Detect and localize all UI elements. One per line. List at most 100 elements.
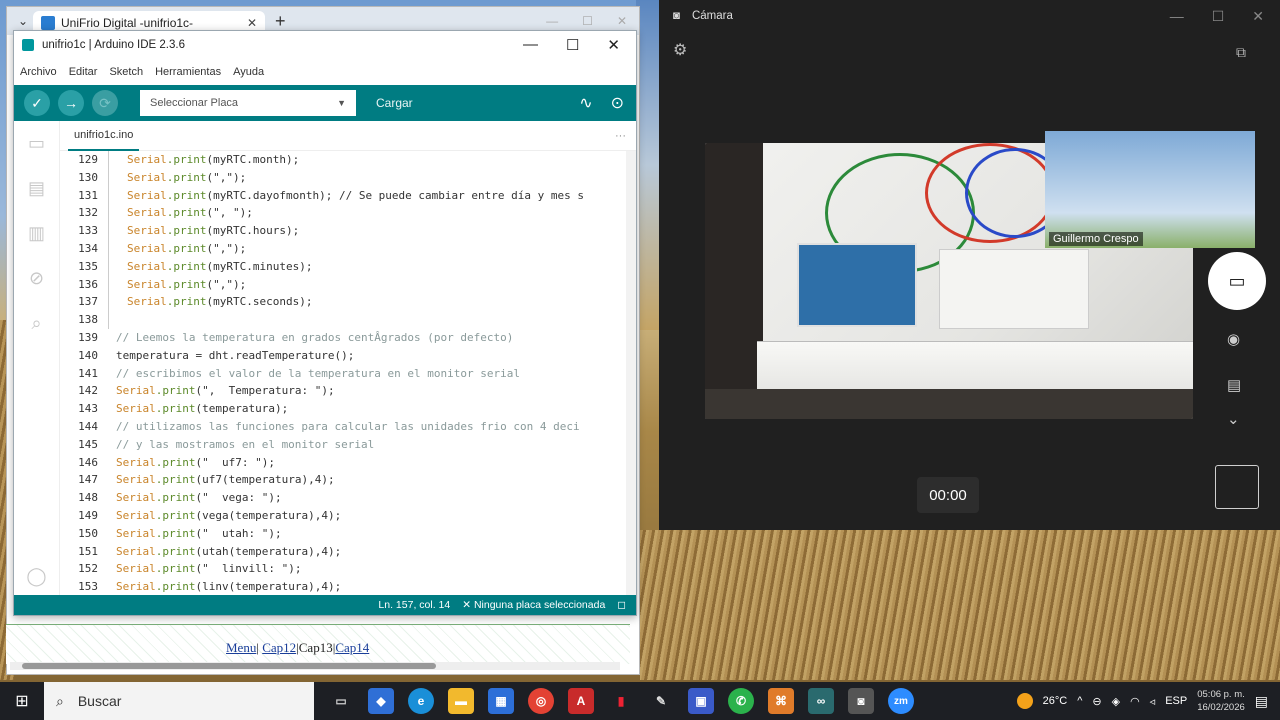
code-line[interactable]: 132 Serial.print(", "); <box>60 204 636 223</box>
more-modes-chevron-icon[interactable]: ⌄ <box>1227 410 1240 428</box>
menu-archivo[interactable]: Archivo <box>20 66 57 78</box>
code-line[interactable]: 150 Serial.print(" utah: "); <box>60 525 636 543</box>
record-video-button[interactable]: ▭ <box>1208 252 1266 310</box>
scrollbar-thumb[interactable] <box>22 663 436 669</box>
taskbar-search[interactable]: ⌕ Buscar <box>44 682 314 720</box>
volume-icon[interactable]: ◃ <box>1150 695 1156 708</box>
code-line[interactable]: 134 Serial.print(","); <box>60 239 636 258</box>
upload-button[interactable]: → <box>58 90 84 116</box>
code-line[interactable]: 135 Serial.print(myRTC.minutes); <box>60 257 636 276</box>
code-line[interactable]: 138 <box>60 311 636 329</box>
serial-monitor-icon[interactable]: ⊙ <box>611 93 624 113</box>
nav-link-cap14[interactable]: Cap14 <box>335 640 369 655</box>
pen-tool-icon[interactable]: ✎ <box>648 688 674 714</box>
code-line[interactable]: 151 Serial.print(utah(temperatura),4); <box>60 543 636 561</box>
camera-maximize-icon[interactable]: ☐ <box>1212 8 1225 25</box>
code-line[interactable]: 130 Serial.print(","); <box>60 168 636 187</box>
nav-link-menu[interactable]: Menu <box>226 640 256 655</box>
chrome-icon[interactable]: ◎ <box>528 688 554 714</box>
file-explorer-icon[interactable]: ▬ <box>448 688 474 714</box>
red-app-icon[interactable]: ▮ <box>608 688 634 714</box>
code-line[interactable]: 129 Serial.print(myRTC.month); <box>60 151 636 169</box>
code-line[interactable]: 137 Serial.print(myRTC.seconds); <box>60 293 636 312</box>
editor-scrollbar[interactable] <box>626 151 636 595</box>
camera-close-icon[interactable]: ✕ <box>1252 8 1264 25</box>
orange-app-icon[interactable]: ⌘ <box>768 688 794 714</box>
code-lines[interactable]: 129 Serial.print(myRTC.month); 130 Serial.p… <box>60 151 636 596</box>
minimize-icon[interactable]: — <box>546 14 558 28</box>
menu-ayuda[interactable]: Ayuda <box>233 66 264 78</box>
meet-now-icon[interactable]: ⊖ <box>1092 695 1101 708</box>
serial-plotter-icon[interactable]: ∿ <box>579 93 592 113</box>
sketchbook-folder-icon[interactable]: ▭ <box>28 133 45 154</box>
tab-unifrio1c-ino[interactable]: unifrio1c.ino <box>68 121 140 151</box>
code-line[interactable]: 139 // Leemos la temperatura en grados ce… <box>60 329 636 347</box>
switch-camera-icon[interactable]: ⧉ <box>1236 44 1246 61</box>
zoom-icon[interactable]: zm <box>888 688 914 714</box>
code-line[interactable]: 131 Serial.print(myRTC.dayofmonth); // Se… <box>60 186 636 205</box>
edge-browser-icon[interactable]: e <box>408 688 434 714</box>
wifi-icon[interactable]: ◠ <box>1130 695 1140 708</box>
code-line[interactable]: 153 Serial.print(linv(temperatura),4); <box>60 578 636 596</box>
code-line[interactable]: 142 Serial.print(", Temperatura: "); <box>60 382 636 400</box>
code-line[interactable]: 148 Serial.print(" vega: "); <box>60 489 636 507</box>
code-line[interactable]: 145 // y las mostramos en el monitor seri… <box>60 436 636 454</box>
verify-button[interactable]: ✓ <box>24 90 50 116</box>
language-indicator[interactable]: ESP <box>1165 695 1187 707</box>
code-line[interactable]: 146 Serial.print(" uf7: "); <box>60 454 636 472</box>
task-view-icon[interactable]: ▭ <box>328 688 354 714</box>
arduino-ide-taskbar-icon[interactable]: ∞ <box>808 688 834 714</box>
camera-minimize-icon[interactable]: — <box>1170 8 1184 25</box>
debug-button[interactable]: ⟳ <box>92 90 118 116</box>
maximize-icon[interactable]: ☐ <box>582 14 593 28</box>
pdf-reader-icon[interactable]: A <box>568 688 594 714</box>
weather-temp[interactable]: 26°C <box>1043 695 1068 707</box>
windows-start-icon[interactable]: ⊞ <box>0 691 44 711</box>
code-line[interactable]: 136 Serial.print(","); <box>60 275 636 294</box>
code-line[interactable]: 133 Serial.print(myRTC.hours); <box>60 222 636 240</box>
code-editor[interactable]: unifrio1c.ino ··· 129 Serial.print(myRTC.… <box>60 121 636 595</box>
menu-sketch[interactable]: Sketch <box>109 66 143 78</box>
network-icon[interactable]: ◈ <box>1112 695 1120 708</box>
close-tab-icon[interactable]: ✕ <box>247 16 257 30</box>
clock[interactable]: 05:06 p. m. 16/02/2026 <box>1197 688 1245 714</box>
menu-herramientas[interactable]: Herramientas <box>155 66 221 78</box>
nav-link-cap12[interactable]: Cap12 <box>262 640 296 655</box>
notifications-bell-icon[interactable]: ◻ <box>617 599 626 611</box>
microsoft-store-icon[interactable]: ▦ <box>488 688 514 714</box>
code-line[interactable]: 149 Serial.print(vega(temperatura),4); <box>60 507 636 525</box>
ruler-image <box>757 341 1193 391</box>
show-hidden-icons-chevron-icon[interactable]: ^ <box>1077 695 1082 707</box>
phone-link-icon[interactable]: ▣ <box>688 688 714 714</box>
whatsapp-icon[interactable]: ✆ <box>728 688 754 714</box>
debug-icon[interactable]: ⊘ <box>29 268 44 289</box>
board-selector[interactable]: Seleccionar Placa ▼ <box>140 90 356 116</box>
notification-center-icon[interactable]: ▤ <box>1255 693 1268 710</box>
gallery-thumbnail[interactable] <box>1215 465 1259 509</box>
browser-horizontal-scrollbar[interactable] <box>10 662 620 670</box>
code-line[interactable]: 141 // escribimos el valor de la temperat… <box>60 365 636 383</box>
code-line[interactable]: 144 // utilizamos las funciones para calc… <box>60 418 636 436</box>
boards-manager-icon[interactable]: ▤ <box>28 178 45 199</box>
search-icon[interactable]: ⌕ <box>31 313 41 334</box>
weather-sun-icon[interactable] <box>1016 693 1033 709</box>
code-line[interactable]: 143 Serial.print(temperatura); <box>60 400 636 418</box>
ide-minimize-icon[interactable]: — <box>523 36 538 54</box>
code-line[interactable]: 152 Serial.print(" linvill: "); <box>60 560 636 578</box>
ide-maximize-icon[interactable]: ☐ <box>566 36 579 54</box>
menu-editar[interactable]: Editar <box>69 66 98 78</box>
document-mode-icon[interactable]: ▤ <box>1227 376 1241 394</box>
settings-gear-icon[interactable]: ⚙ <box>673 40 687 60</box>
photo-mode-icon[interactable]: ◉ <box>1227 330 1240 348</box>
code-line[interactable]: 140 temperatura = dht.readTemperature(); <box>60 347 636 365</box>
more-options-icon[interactable]: ··· <box>615 130 636 142</box>
ide-close-icon[interactable]: ✕ <box>607 36 620 54</box>
code-line[interactable]: 147 Serial.print(uf7(temperatura),4); <box>60 471 636 489</box>
tab-list-chevron-icon[interactable]: ⌄ <box>13 14 33 28</box>
camera-taskbar-icon[interactable]: ◙ <box>848 688 874 714</box>
close-icon[interactable]: ✕ <box>617 14 627 28</box>
new-tab-icon[interactable]: + <box>275 11 286 32</box>
account-icon[interactable]: ◯ <box>26 566 46 587</box>
library-manager-icon[interactable]: ▥ <box>28 223 45 244</box>
app-store-icon[interactable]: ◆ <box>368 688 394 714</box>
